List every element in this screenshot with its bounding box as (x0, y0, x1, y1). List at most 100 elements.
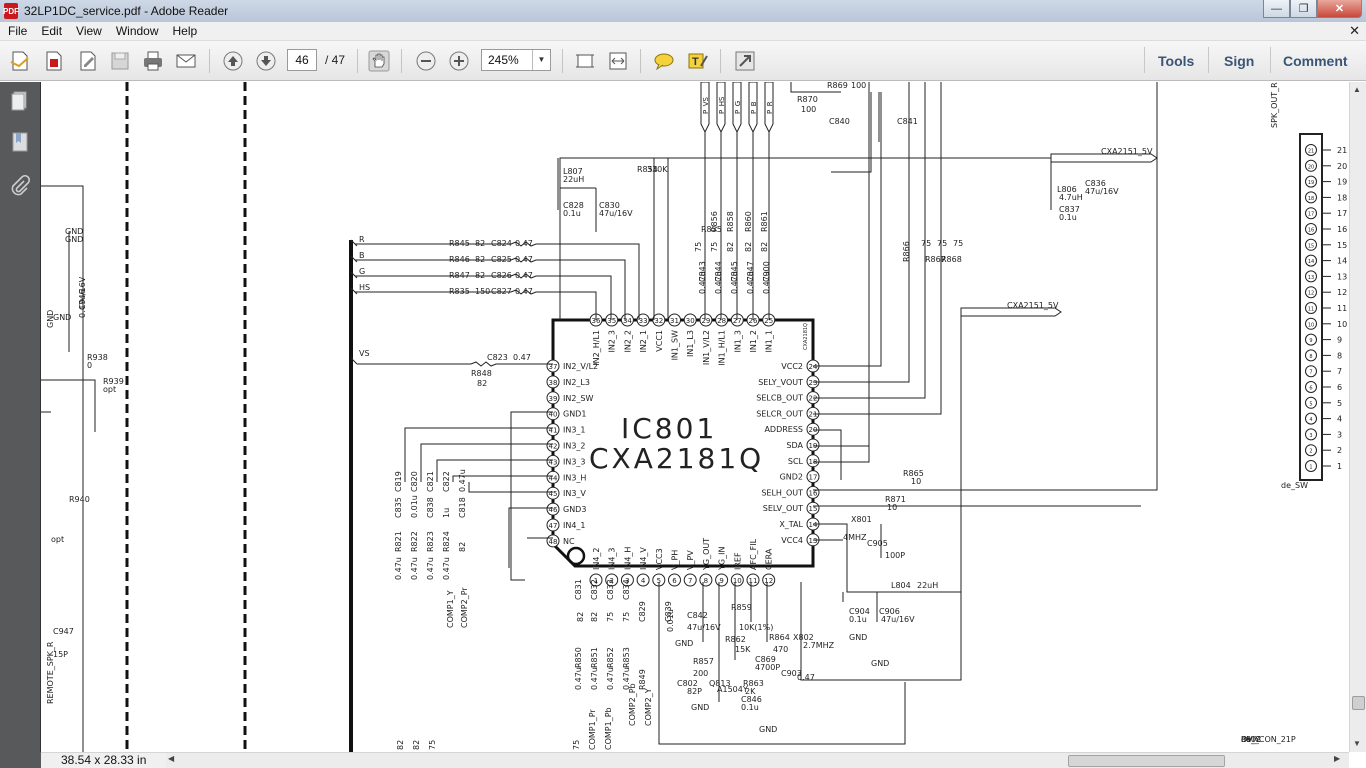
component-label: 75 (710, 242, 719, 252)
svg-text:29: 29 (701, 317, 710, 325)
save-icon[interactable] (108, 50, 132, 72)
zoom-in-icon[interactable] (447, 50, 471, 72)
scroll-right-icon[interactable]: ▶ (1334, 754, 1340, 763)
page-size-status: 38.54 x 28.33 in (41, 752, 166, 768)
svg-text:IN2_2: IN2_2 (623, 330, 632, 353)
svg-text:ADDRESS: ADDRESS (764, 425, 803, 434)
comment-icon[interactable] (652, 50, 676, 72)
menu-edit[interactable]: Edit (33, 24, 68, 38)
component-label: C835 (394, 497, 403, 518)
adobe-reader-window: PDF 32LP1DC_service.pdf - Adobe Reader —… (0, 0, 1366, 768)
hand-tool-icon[interactable] (367, 50, 391, 72)
component-label: 82 (412, 740, 421, 750)
tools-button[interactable]: Tools (1158, 53, 1194, 69)
bus-label: R (359, 235, 365, 244)
page-number-input[interactable]: 46 (287, 49, 317, 71)
component-label: R857 (693, 657, 714, 666)
chevron-down-icon[interactable]: ▼ (532, 50, 550, 70)
svg-text:14: 14 (809, 521, 818, 529)
component-label: 0.47u (698, 271, 707, 294)
edit-document-icon[interactable] (76, 50, 100, 72)
menu-view[interactable]: View (68, 24, 108, 38)
svg-text:46: 46 (549, 506, 558, 514)
connector-pin-number: 18 (1337, 193, 1347, 202)
document-view[interactable]: IC801 CXA2181Q CXA2181Q 37 IN2_V/L2 38 IN2_… (41, 82, 1349, 752)
component-label: 47u/16V (881, 615, 915, 624)
component-label: R845 (449, 239, 470, 248)
component-label: R860 (744, 211, 753, 232)
svg-text:V_PH: V_PH (671, 550, 680, 570)
svg-text:IN2_1: IN2_1 (639, 330, 648, 353)
component-label: R856 (710, 211, 719, 232)
scroll-up-icon[interactable]: ▲ (1353, 85, 1361, 94)
scroll-left-icon[interactable]: ◀ (168, 754, 174, 763)
connector-pin-small-number: 8 (1309, 354, 1312, 360)
zoom-out-icon[interactable] (414, 50, 438, 72)
svg-text:48: 48 (549, 538, 558, 546)
component-label: 0.47 (515, 287, 533, 296)
component-label: 0.01u (666, 609, 675, 632)
svg-text:45: 45 (549, 490, 558, 498)
svg-text:IN2_H/L1: IN2_H/L1 (592, 330, 601, 366)
window-controls: — ❐ ✕ (1263, 0, 1362, 18)
svg-text:SELCB_OUT: SELCB_OUT (756, 394, 803, 403)
horizontal-scrollbar[interactable]: ◀ ▶ (166, 752, 1349, 768)
bottom-pin-4: 4 IN4_V (636, 547, 650, 587)
top-pin-35: 35 IN2_3 (605, 313, 619, 353)
component-label: 0.1u (563, 209, 581, 218)
component-label: 0.1u (741, 703, 759, 712)
full-screen-icon[interactable] (733, 50, 757, 72)
fit-width-icon[interactable] (606, 50, 630, 72)
bus-label: B (359, 251, 365, 260)
left-pin-46: 46 GND3 (546, 502, 586, 516)
next-page-icon[interactable] (254, 50, 278, 72)
sign-button[interactable]: Sign (1224, 53, 1254, 69)
component-label: 0.47u (458, 469, 467, 492)
component-label: COMP2_Y (644, 688, 653, 726)
create-icon[interactable] (8, 50, 32, 72)
previous-page-icon[interactable] (221, 50, 245, 72)
svg-text:IN3_1: IN3_1 (563, 426, 586, 435)
component-label: COMP1_Pr (588, 709, 597, 750)
component-label: R848 (471, 369, 492, 378)
component-label: 10K(1%) (739, 623, 773, 632)
connector-pin-small-number: 9 (1309, 338, 1312, 344)
fit-page-icon[interactable] (573, 50, 597, 72)
component-label: 82 (590, 612, 599, 622)
maximize-button[interactable]: ❐ (1290, 0, 1317, 18)
svg-text:38: 38 (549, 379, 558, 387)
right-pin-23: 23 SELY_VOUT (758, 375, 820, 389)
component-label: 0.47 (797, 673, 815, 682)
vertical-scroll-thumb[interactable] (1352, 696, 1365, 710)
component-label: 75 (572, 740, 581, 750)
connector-pin-small-number: 12 (1308, 291, 1314, 297)
print-icon[interactable] (141, 50, 165, 72)
attachments-icon[interactable] (8, 174, 32, 198)
email-icon[interactable] (174, 50, 198, 72)
bookmarks-icon[interactable] (8, 130, 32, 154)
zoom-select[interactable]: 245% ▼ (481, 49, 551, 71)
minimize-button[interactable]: — (1263, 0, 1290, 18)
menu-file[interactable]: File (0, 24, 33, 38)
menu-window[interactable]: Window (108, 24, 165, 38)
horizontal-scroll-thumb[interactable] (1068, 755, 1225, 767)
page-thumbnails-icon[interactable] (8, 88, 32, 112)
component-label: C821 (426, 471, 435, 492)
menu-help[interactable]: Help (165, 24, 204, 38)
ic-part: CXA2181Q (589, 442, 764, 475)
close-button[interactable]: ✕ (1317, 0, 1362, 18)
bottom-pin-9: 9 YG_IN (715, 547, 729, 587)
comment-button[interactable]: Comment (1283, 53, 1348, 69)
left-pin-41: 41 IN3_1 (546, 423, 586, 437)
vertical-scrollbar[interactable]: ▲ ▼ (1349, 82, 1366, 752)
close-document-icon[interactable]: ✕ (1349, 23, 1360, 39)
scroll-down-icon[interactable]: ▼ (1353, 739, 1361, 748)
highlight-icon[interactable]: T (686, 50, 710, 72)
connector-pin-small-number: 6 (1309, 386, 1312, 392)
component-label: R940 (69, 495, 90, 504)
pdf-file-icon[interactable] (42, 50, 66, 72)
connector-pin-number: 14 (1337, 257, 1347, 266)
right-pin-18: 18SCL (788, 454, 820, 468)
zoom-value: 245% (488, 53, 519, 67)
svg-text:IN3_2: IN3_2 (563, 442, 586, 451)
